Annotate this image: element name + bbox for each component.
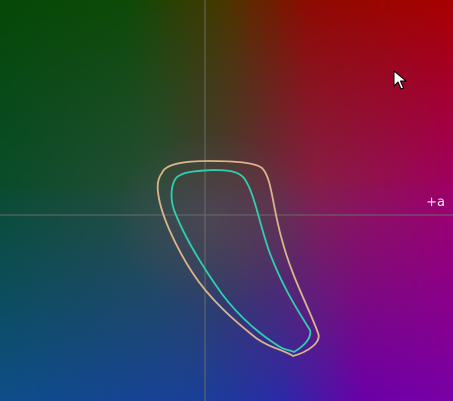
mouse-pointer-icon bbox=[393, 70, 407, 90]
a-axis-label: +a bbox=[426, 195, 445, 210]
color-gradient-field bbox=[0, 0, 453, 401]
lab-ab-plane-view[interactable]: +a bbox=[0, 0, 453, 401]
neutral-center-glow bbox=[0, 0, 453, 401]
